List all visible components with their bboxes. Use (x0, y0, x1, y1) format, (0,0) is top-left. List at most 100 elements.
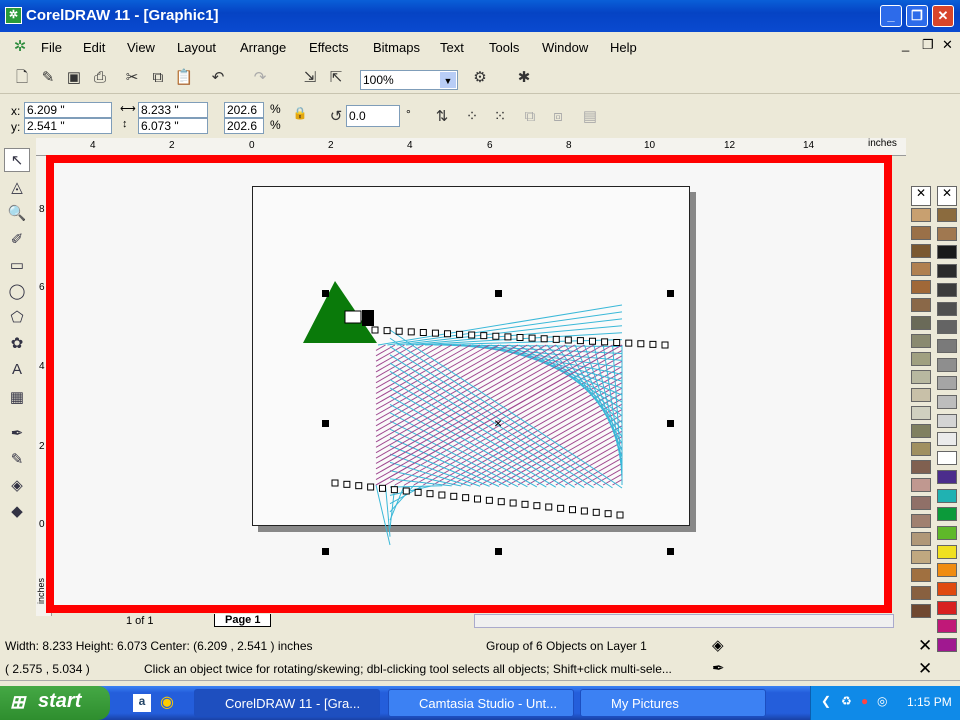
task-my-pictures[interactable]: My Pictures (580, 689, 766, 717)
color-swatch[interactable] (911, 568, 931, 582)
color-swatch[interactable] (937, 488, 957, 503)
color-swatch[interactable] (911, 514, 931, 528)
drawing-artwork: × (303, 281, 669, 546)
node-marker (431, 329, 439, 337)
color-swatch[interactable] (937, 320, 957, 335)
color-swatch[interactable] (911, 478, 931, 492)
color-swatch[interactable] (911, 388, 931, 402)
color-swatch[interactable] (937, 582, 957, 596)
color-swatch[interactable] (937, 563, 957, 578)
color-swatch[interactable] (937, 600, 957, 615)
color-swatch[interactable] (937, 507, 957, 522)
color-swatch[interactable] (937, 208, 957, 222)
color-swatch[interactable] (937, 301, 957, 316)
string-line (375, 344, 490, 411)
color-swatch[interactable] (937, 451, 957, 466)
color-swatch[interactable] (911, 280, 931, 294)
tray-antivirus-icon[interactable]: ● (861, 694, 868, 708)
color-swatch[interactable] (911, 586, 931, 600)
node-marker (456, 330, 464, 338)
color-swatch[interactable] (937, 432, 957, 447)
node-marker (371, 326, 379, 334)
color-swatch[interactable] (911, 532, 931, 546)
string-line (612, 344, 623, 479)
tray-camtasia-icon[interactable]: ◎ (877, 694, 887, 708)
node-marker (540, 335, 548, 343)
color-swatch[interactable] (937, 264, 957, 279)
start-button[interactable]: ⊞ start (0, 686, 110, 720)
node-marker (497, 498, 505, 506)
color-swatch[interactable] (911, 316, 931, 330)
color-swatch[interactable] (911, 352, 931, 366)
node-marker (402, 487, 410, 495)
string-line (593, 344, 623, 465)
fill-icon[interactable]: ◈ (712, 636, 724, 654)
selection-handle[interactable] (667, 290, 674, 297)
node-marker (613, 339, 621, 346)
color-swatch[interactable] (911, 370, 931, 384)
node-marker (450, 492, 458, 500)
color-swatch[interactable] (937, 226, 957, 241)
color-swatch[interactable] (911, 604, 931, 618)
selection-handle[interactable] (495, 548, 502, 555)
rotation-center-marker[interactable]: × (494, 415, 502, 431)
color-swatch[interactable] (911, 424, 931, 438)
horizontal-scrollbar[interactable] (474, 614, 894, 628)
color-swatch[interactable] (911, 460, 931, 474)
no-color-swatch[interactable]: ✕ (937, 186, 957, 206)
color-swatch[interactable] (937, 413, 957, 428)
page-count: 1 of 1 (126, 615, 154, 627)
color-swatch[interactable] (911, 442, 931, 456)
selection-handle[interactable] (322, 548, 329, 555)
color-swatch[interactable] (937, 469, 957, 484)
color-swatch[interactable] (937, 395, 957, 409)
string-line (546, 441, 623, 486)
color-swatch[interactable] (911, 550, 931, 564)
selection-handle[interactable] (495, 290, 502, 297)
quicklaunch-browser-icon[interactable]: ◉ (160, 692, 174, 712)
color-swatch[interactable] (937, 619, 957, 634)
outline-pen-icon[interactable]: ✒ (712, 659, 725, 677)
task-coreldraw[interactable]: CorelDRAW 11 - [Gra... (194, 689, 380, 717)
color-swatch[interactable] (911, 496, 931, 510)
color-swatch[interactable] (937, 282, 957, 297)
node-marker (480, 332, 488, 340)
no-outline-icon[interactable]: ✕ (918, 659, 932, 679)
color-swatch[interactable] (937, 376, 957, 391)
no-fill-icon[interactable]: ✕ (918, 636, 932, 656)
node-marker (504, 333, 512, 341)
tray-network-icon[interactable]: ♻ (841, 694, 852, 708)
color-swatch[interactable] (911, 334, 931, 348)
task-camtasia[interactable]: Camtasia Studio - Unt... (388, 689, 574, 717)
color-swatch[interactable] (937, 338, 957, 353)
node-marker (589, 337, 596, 345)
color-swatch[interactable] (937, 544, 957, 559)
string-line (375, 344, 386, 351)
color-swatch[interactable] (911, 406, 931, 420)
color-swatch[interactable] (911, 298, 931, 312)
color-swatch[interactable] (937, 357, 957, 372)
string-line (375, 344, 424, 373)
node-marker (414, 488, 422, 496)
color-swatch[interactable] (911, 208, 931, 222)
selection-handle[interactable] (322, 290, 329, 297)
quicklaunch-icon[interactable]: a (133, 694, 151, 712)
node-marker (580, 507, 588, 515)
color-swatch[interactable] (937, 525, 957, 540)
page-tab[interactable]: Page 1 (214, 614, 272, 627)
color-swatch[interactable] (911, 244, 931, 258)
selection-handle[interactable] (667, 548, 674, 555)
string-line (389, 362, 585, 488)
no-color-swatch[interactable]: ✕ (911, 186, 931, 206)
selection-handle[interactable] (667, 420, 674, 427)
selection-handle[interactable] (322, 420, 329, 427)
color-swatch[interactable] (911, 262, 931, 276)
node-marker (616, 511, 624, 519)
string-line (375, 344, 415, 367)
string-line (396, 318, 623, 346)
color-swatch[interactable] (911, 226, 931, 240)
tray-expand-icon[interactable]: ❮ (821, 694, 831, 708)
clock: 1:15 PM (907, 695, 952, 709)
node-marker (557, 504, 565, 512)
color-swatch[interactable] (937, 245, 957, 260)
